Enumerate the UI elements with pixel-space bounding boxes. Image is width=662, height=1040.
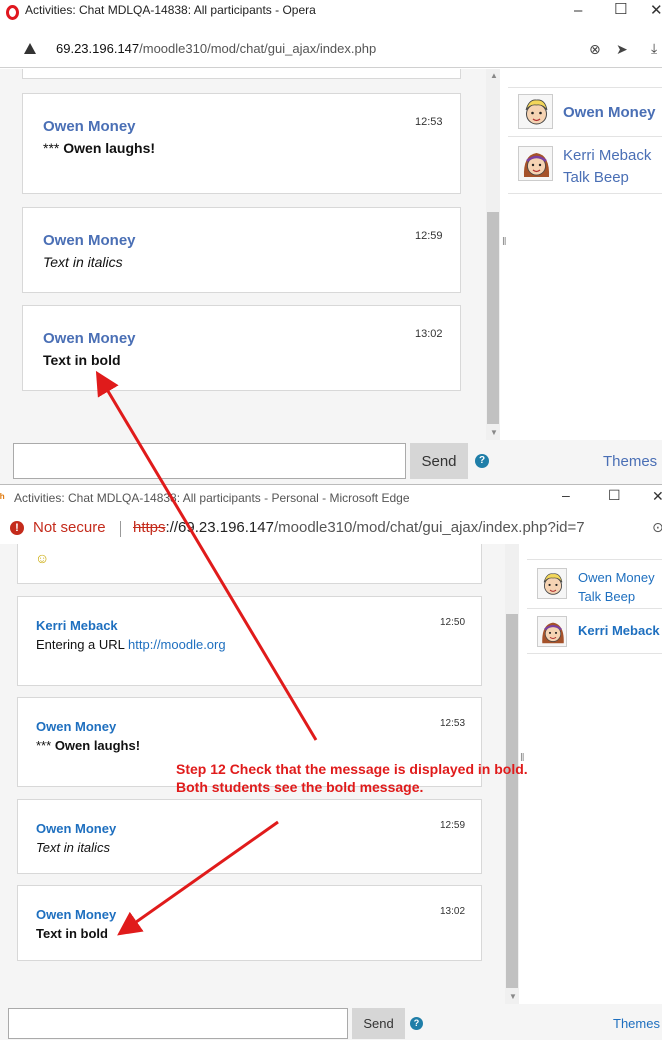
message-time: 12:50: [440, 617, 466, 628]
annotation-text: Step 12 Check that the message is displa…: [176, 760, 546, 796]
talk-beep-link[interactable]: Talk Beep: [578, 589, 635, 604]
message-card: [22, 69, 461, 79]
chat-message-input[interactable]: [8, 1008, 348, 1039]
avatar-icon: [518, 146, 553, 181]
scroll-down-icon[interactable]: ▼: [509, 992, 517, 1001]
user-name[interactable]: Kerri Meback: [563, 147, 651, 164]
message-time: 12:59: [415, 230, 443, 242]
not-secure-icon[interactable]: !: [10, 521, 24, 535]
close-icon[interactable]: ✕: [652, 489, 662, 503]
user-list-item[interactable]: Kerri Meback Talk Beep: [508, 138, 662, 194]
talk-beep-link[interactable]: Talk Beep: [563, 169, 629, 186]
message-text: Text in bold: [36, 926, 108, 941]
annotation-line-1: Step 12 Check that the message is displa…: [176, 761, 528, 777]
message-text: Text in bold: [43, 352, 121, 368]
warning-icon[interactable]: [24, 43, 36, 54]
avatar-icon: [518, 94, 553, 129]
message-author[interactable]: Owen Money: [36, 821, 116, 836]
clear-icon[interactable]: ⊗: [589, 41, 601, 58]
avatar-icon: [537, 568, 567, 599]
message-author[interactable]: Owen Money: [43, 118, 136, 135]
message-time: 12:53: [440, 718, 466, 729]
themes-link[interactable]: Themes »: [603, 453, 662, 470]
message-text: *** Owen laughs!: [36, 738, 141, 753]
message-text: Text in italics: [36, 840, 110, 855]
message-card: Owen Money 13:02 Text in bold: [17, 885, 482, 961]
chat-messages-panel[interactable]: Owen Money 12:53 *** Owen laughs! Owen M…: [0, 69, 486, 440]
chat-message-input[interactable]: [13, 443, 406, 479]
help-icon[interactable]: ?: [475, 454, 489, 468]
user-list-item[interactable]: Owen Money: [508, 87, 662, 137]
chat-scrollbar-thumb[interactable]: [506, 614, 518, 988]
themes-link[interactable]: Themes: [613, 1016, 660, 1031]
user-list-panel: Owen Money Kerri Meback Talk Beep: [508, 69, 662, 440]
scroll-up-icon[interactable]: ▲: [490, 71, 498, 80]
settings-icon[interactable]: ⊙: [652, 519, 662, 536]
annotation-line-2: Both students see the bold message.: [176, 779, 424, 795]
message-text: Text in italics: [43, 254, 123, 270]
user-list-item[interactable]: Kerri Meback: [527, 610, 662, 654]
message-card: Kerri Meback 12:50 Entering a URL http:/…: [17, 596, 482, 686]
message-author[interactable]: Owen Money: [43, 232, 136, 249]
send-icon[interactable]: ➤: [616, 41, 628, 58]
message-link[interactable]: http://moodle.org: [128, 637, 226, 652]
user-list-panel: Owen Money Talk Beep Kerri Meback: [527, 544, 662, 1004]
message-card: Owen Money 13:02 Text in bold: [22, 305, 461, 391]
opera-window-title: Activities: Chat MDLQA-14838: All partic…: [25, 3, 316, 17]
send-button[interactable]: Send: [352, 1008, 405, 1039]
message-time: 12:53: [415, 116, 443, 128]
maximize-icon[interactable]: ☐: [608, 488, 621, 502]
chat-scrollbar-thumb[interactable]: [487, 212, 499, 424]
avatar-icon: [537, 616, 567, 647]
address-separator: [120, 521, 121, 537]
message-time: 12:59: [440, 820, 466, 831]
minimize-icon[interactable]: –: [562, 488, 570, 502]
message-card: Owen Money 12:59 Text in italics: [22, 207, 461, 293]
scroll-down-icon[interactable]: ▼: [490, 428, 498, 437]
help-icon[interactable]: ?: [410, 1017, 423, 1030]
message-author[interactable]: Owen Money: [43, 330, 136, 347]
not-secure-label[interactable]: Not secure: [33, 519, 106, 536]
message-text: Entering a URL http://moodle.org: [36, 637, 226, 652]
maximize-icon[interactable]: ☐: [614, 2, 627, 17]
user-name[interactable]: Owen Money: [563, 104, 656, 121]
user-name[interactable]: Kerri Meback: [578, 623, 660, 638]
message-time: 13:02: [440, 906, 466, 917]
message-card: Owen Money 12:59 Text in italics: [17, 799, 482, 874]
message-card: ☺: [17, 544, 482, 584]
message-text: *** Owen laughs!: [43, 140, 156, 156]
smiley-icon: ☺: [35, 550, 50, 566]
panel-divider[interactable]: [500, 69, 508, 440]
opera-url[interactable]: 69.23.196.147/moodle310/mod/chat/gui_aja…: [56, 41, 376, 56]
message-card: Owen Money 12:53 *** Owen laughs!: [22, 93, 461, 194]
message-author[interactable]: Owen Money: [36, 719, 116, 734]
close-icon[interactable]: ✕: [650, 3, 662, 18]
edge-url[interactable]: https://69.23.196.147/moodle310/mod/chat…: [133, 519, 585, 536]
message-author[interactable]: Kerri Meback: [36, 618, 118, 633]
download-icon[interactable]: ⤓: [651, 40, 657, 57]
user-name[interactable]: Owen Money: [578, 570, 655, 585]
send-button[interactable]: Send: [410, 443, 468, 479]
edge-window-title: Activities: Chat MDLQA-14838: All partic…: [14, 491, 410, 505]
user-list-item[interactable]: Owen Money Talk Beep: [527, 559, 662, 609]
app-logo-icon: ʰ: [0, 491, 5, 505]
opera-logo-icon: [6, 5, 19, 20]
minimize-icon[interactable]: –: [574, 3, 582, 18]
message-author[interactable]: Owen Money: [36, 907, 116, 922]
resize-handle-icon[interactable]: ‖: [502, 236, 507, 248]
message-time: 13:02: [415, 328, 443, 340]
